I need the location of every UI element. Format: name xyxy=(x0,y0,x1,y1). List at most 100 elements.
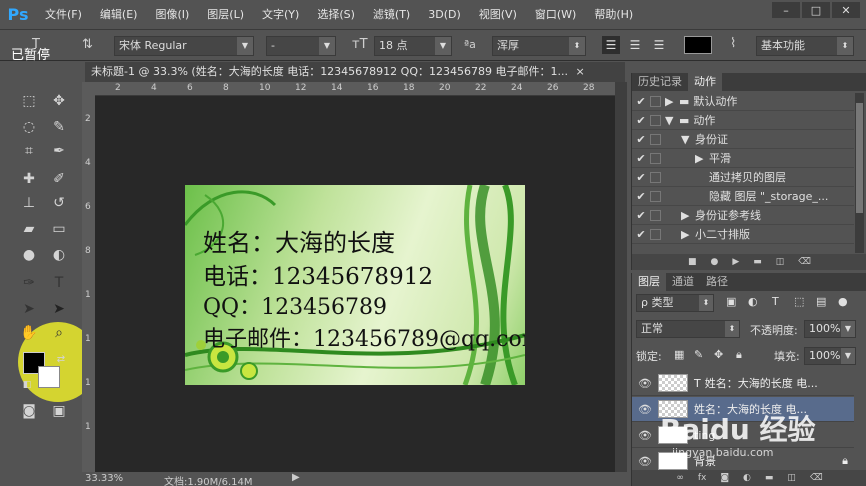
trash-icon[interactable]: ⌫ xyxy=(798,257,811,267)
tab-history[interactable]: 历史记录 xyxy=(632,73,688,91)
eye-icon[interactable]: 👁︎ xyxy=(632,377,658,390)
filter-toggle-icon[interactable]: ● xyxy=(838,295,848,308)
align-center-button[interactable]: ☰ xyxy=(626,36,644,54)
action-item[interactable]: ✔ ▶ 身份证参考线 xyxy=(632,206,854,225)
quick-mask-icon[interactable]: ◙ xyxy=(18,400,40,422)
dialog-toggle[interactable] xyxy=(650,152,661,164)
font-style-select[interactable]: - ▼ xyxy=(266,36,336,56)
background-color-swatch[interactable] xyxy=(38,366,60,388)
ruler-origin[interactable] xyxy=(82,82,95,96)
menu-file[interactable]: 文件(F) xyxy=(36,0,91,29)
filter-pixel-icon[interactable]: ▣ xyxy=(726,295,736,308)
actions-scrollbar[interactable] xyxy=(855,93,864,253)
text-color-swatch[interactable] xyxy=(684,36,712,54)
menu-image[interactable]: 图像(I) xyxy=(146,0,198,29)
business-card[interactable]: 姓名：大海的长度 电话：12345678912 QQ：123456789 电子邮… xyxy=(185,185,525,385)
layer-name[interactable]: 姓名：大海的长度 电... xyxy=(705,375,818,391)
dialog-toggle[interactable] xyxy=(650,114,661,126)
action-item[interactable]: ✔ 通过拷贝的图层 xyxy=(632,168,854,187)
hand-tool-icon[interactable]: ✋ xyxy=(18,322,40,344)
marquee-tool-icon[interactable]: ⬚ xyxy=(18,90,40,112)
blend-mode-select[interactable]: 正常 ⬍ xyxy=(636,320,740,338)
dialog-toggle[interactable] xyxy=(650,133,661,145)
check-icon[interactable]: ✔ xyxy=(632,95,650,108)
link-layers-icon[interactable]: ∞ xyxy=(676,473,684,483)
scrollbar-thumb[interactable] xyxy=(856,103,863,213)
action-item[interactable]: ✔ ▼ 身份证 xyxy=(632,130,854,149)
eraser-tool-icon[interactable]: ▰ xyxy=(18,218,40,240)
check-icon[interactable]: ✔ xyxy=(632,171,650,184)
menu-edit[interactable]: 编辑(E) xyxy=(91,0,147,29)
collapse-arrow-icon[interactable]: ▼ xyxy=(665,114,679,127)
lasso-tool-icon[interactable]: ◌ xyxy=(18,116,40,138)
eye-icon[interactable]: 👁︎ xyxy=(632,455,658,468)
filter-smart-object-icon[interactable]: ▤ xyxy=(816,295,826,308)
collapse-arrow-icon[interactable]: ▼ xyxy=(681,133,695,146)
expand-arrow-icon[interactable]: ▶ xyxy=(681,209,695,222)
expand-arrow-icon[interactable]: ▶ xyxy=(665,95,679,108)
opacity-field[interactable]: 100% ▼ xyxy=(804,320,856,338)
eye-icon[interactable]: 👁︎ xyxy=(632,429,658,442)
lock-transparent-icon[interactable]: ▦ xyxy=(674,348,684,361)
action-item[interactable]: ✔ 隐藏 图层 "_storage_... xyxy=(632,187,854,206)
new-group-icon[interactable]: ▬ xyxy=(765,473,774,483)
menu-3d[interactable]: 3D(D) xyxy=(419,0,470,29)
horizontal-ruler[interactable]: 2 4 6 8 10 12 14 16 18 20 22 24 26 28 xyxy=(95,82,615,96)
add-mask-icon[interactable]: ◙ xyxy=(720,473,729,483)
maximize-button[interactable]: □ xyxy=(802,2,830,18)
check-icon[interactable]: ✔ xyxy=(632,133,650,146)
type-tool-icon[interactable]: T xyxy=(48,272,70,294)
new-layer-icon[interactable]: ◫ xyxy=(787,473,796,483)
antialias-select[interactable]: 浑厚 ⬍ xyxy=(492,36,586,56)
screen-mode-icon[interactable]: ▣ xyxy=(48,400,70,422)
check-icon[interactable]: ✔ xyxy=(632,209,650,222)
move-tool-icon[interactable]: ✥ xyxy=(48,90,70,112)
dialog-toggle[interactable] xyxy=(650,228,661,240)
font-family-select[interactable]: 宋体 Regular ▼ xyxy=(114,36,254,56)
check-icon[interactable]: ✔ xyxy=(632,152,650,165)
close-icon[interactable]: × xyxy=(575,65,584,78)
action-item[interactable]: ✔ ▶ ▬ 默认动作 xyxy=(632,92,854,111)
dodge-tool-icon[interactable]: ◐ xyxy=(48,244,70,266)
align-left-button[interactable]: ☰ xyxy=(602,36,620,54)
pen-tool-icon[interactable]: ✑ xyxy=(18,272,40,294)
lock-all-icon[interactable]: 🔒︎ xyxy=(736,348,742,362)
play-arrow-icon[interactable]: ▶ xyxy=(292,472,300,483)
record-icon[interactable]: ● xyxy=(710,257,718,267)
adjustment-layer-icon[interactable]: ◐ xyxy=(743,473,751,483)
dialog-toggle[interactable] xyxy=(650,171,661,183)
default-colors-icon[interactable]: ◧ xyxy=(16,374,38,396)
workspace-select[interactable]: 基本功能 ⬍ xyxy=(756,36,854,56)
quick-select-tool-icon[interactable]: ✎ xyxy=(48,116,70,138)
filter-adjustment-icon[interactable]: ◐ xyxy=(748,295,758,308)
menu-layer[interactable]: 图层(L) xyxy=(198,0,253,29)
dialog-toggle[interactable] xyxy=(650,95,661,107)
gradient-tool-icon[interactable]: ▭ xyxy=(48,218,70,240)
eyedropper-tool-icon[interactable]: ✒ xyxy=(48,140,70,162)
menu-select[interactable]: 选择(S) xyxy=(308,0,364,29)
menu-type[interactable]: 文字(Y) xyxy=(253,0,308,29)
menu-window[interactable]: 窗口(W) xyxy=(526,0,585,29)
action-item[interactable]: ✔ ▼ ▬ 动作 xyxy=(632,111,854,130)
canvas-scrollbar[interactable] xyxy=(615,82,627,472)
filter-shape-icon[interactable]: ⬚ xyxy=(794,295,804,308)
path-select-tool-icon[interactable]: ➤ xyxy=(18,298,40,320)
warp-text-icon[interactable]: ⌇ xyxy=(730,36,736,51)
new-action-icon[interactable]: ◫ xyxy=(776,257,785,267)
new-set-icon[interactable]: ▬ xyxy=(753,257,762,267)
trash-icon[interactable]: ⌫ xyxy=(810,473,823,483)
play-icon[interactable]: ▶ xyxy=(732,257,739,267)
healing-brush-tool-icon[interactable]: ✚ xyxy=(18,168,40,190)
tab-layers[interactable]: 图层 xyxy=(632,273,666,291)
document-tab[interactable]: 未标题-1 @ 33.3% (姓名：大海的长度 电话：12345678912 Q… xyxy=(85,62,625,82)
dialog-toggle[interactable] xyxy=(650,209,661,221)
filter-type-icon[interactable]: T xyxy=(772,295,779,308)
action-item[interactable]: ✔ ▶ 平滑 xyxy=(632,149,854,168)
layer-row[interactable]: 👁︎ T 姓名：大海的长度 电... xyxy=(632,371,854,396)
dialog-toggle[interactable] xyxy=(650,190,661,202)
font-size-select[interactable]: 18 点 ▼ xyxy=(374,36,452,56)
history-brush-tool-icon[interactable]: ↺ xyxy=(48,192,70,214)
action-item[interactable]: ✔ ▶ 小二寸排版 xyxy=(632,225,854,244)
text-orientation-icon[interactable]: ⇅ xyxy=(82,37,93,52)
zoom-level[interactable]: 33.33% xyxy=(85,473,123,484)
